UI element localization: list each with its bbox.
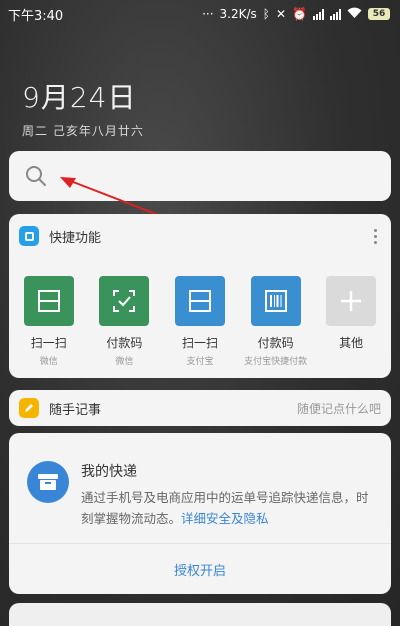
qf-label: 扫一扫 [30,336,67,350]
search-icon[interactable] [25,165,47,187]
date-main: 9月24日 [22,81,137,114]
date-block: 9月24日 周二 己亥年八月廿六 [22,76,144,139]
notes-hint[interactable]: 随便记点什么吧 [297,400,381,417]
signal-icon [313,8,324,20]
notes-card[interactable]: 随手记事 随便记点什么吧 [9,390,391,426]
search-bar[interactable] [9,151,391,201]
quick-functions-grid: 扫一扫 微信 付款码 微信 扫一扫 支付宝 付款码 支付宝快捷付款 其他 [9,258,391,367]
battery-icon: 56 [368,8,390,20]
qf-label: 付款码 [257,336,294,350]
express-description: 通过手机号及电商应用中的运单号追踪快递信息，时刻掌握物流动态。详细安全及隐私 [81,487,375,529]
barcode-icon[interactable] [250,276,301,326]
date-lunar: 周二 己亥年八月廿六 [22,124,144,138]
qf-label: 扫一扫 [181,336,218,350]
quick-functions-header: 快捷功能 [9,214,391,258]
signal-icon-2 [330,8,341,20]
qf-item-alipay-scan[interactable]: 扫一扫 支付宝 [163,276,237,367]
authorize-button[interactable]: 授权开启 [9,544,391,594]
qf-item-wechat-scan[interactable]: 扫一扫 微信 [12,276,86,367]
express-title: 我的快递 [81,464,137,480]
plus-icon[interactable] [326,276,377,326]
status-icons: ··· 3.2K/s ᛒ ✕ ⏰ 56 [202,7,390,21]
next-card-partial [9,603,391,626]
bluetooth-icon: ᛒ [262,7,270,21]
payment-code-icon[interactable] [99,276,150,326]
qf-item-other[interactable]: 其他 [314,276,388,367]
qf-sub: 支付宝快捷付款 [244,357,308,367]
privacy-link[interactable]: 详细安全及隐私 [181,511,269,526]
qf-item-wechat-pay[interactable]: 付款码 微信 [87,276,161,367]
qf-sub: 微信 [115,357,134,367]
status-bar: 下午3:40 ··· 3.2K/s ᛒ ✕ ⏰ 56 [0,0,400,28]
wifi-icon [347,7,362,21]
more-vertical-icon[interactable] [369,228,381,244]
package-box-icon [27,461,69,503]
qf-sub: 支付宝 [186,357,214,367]
pencil-icon [19,398,39,418]
quick-functions-icon [19,226,39,246]
quick-functions-title: 快捷功能 [49,230,102,246]
scan-icon[interactable] [23,276,74,326]
express-text: 我的快递 通过手机号及电商应用中的运单号追踪快递信息，时刻掌握物流动态。详细安全… [81,461,375,543]
alarm-icon: ⏰ [292,7,307,21]
notes-title: 随手记事 [49,402,102,418]
qf-sub: 微信 [39,357,58,367]
mute-icon: ✕ [275,7,287,21]
scan-icon[interactable] [174,276,225,326]
express-card: 我的快递 通过手机号及电商应用中的运单号追踪快递信息，时刻掌握物流动态。详细安全… [9,433,391,594]
status-time: 下午3:40 [8,8,64,24]
network-speed: 3.2K/s [219,7,257,21]
express-body: 我的快递 通过手机号及电商应用中的运单号追踪快递信息，时刻掌握物流动态。详细安全… [9,433,391,543]
qf-label: 付款码 [106,336,143,350]
qf-label: 其他 [339,336,364,350]
more-dots-icon: ··· [202,7,214,21]
qf-item-alipay-pay[interactable]: 付款码 支付宝快捷付款 [239,276,313,367]
quick-functions-card: 快捷功能 扫一扫 微信 付款码 微信 扫一扫 支付宝 付款码 支付宝快捷付款 其… [9,214,391,378]
